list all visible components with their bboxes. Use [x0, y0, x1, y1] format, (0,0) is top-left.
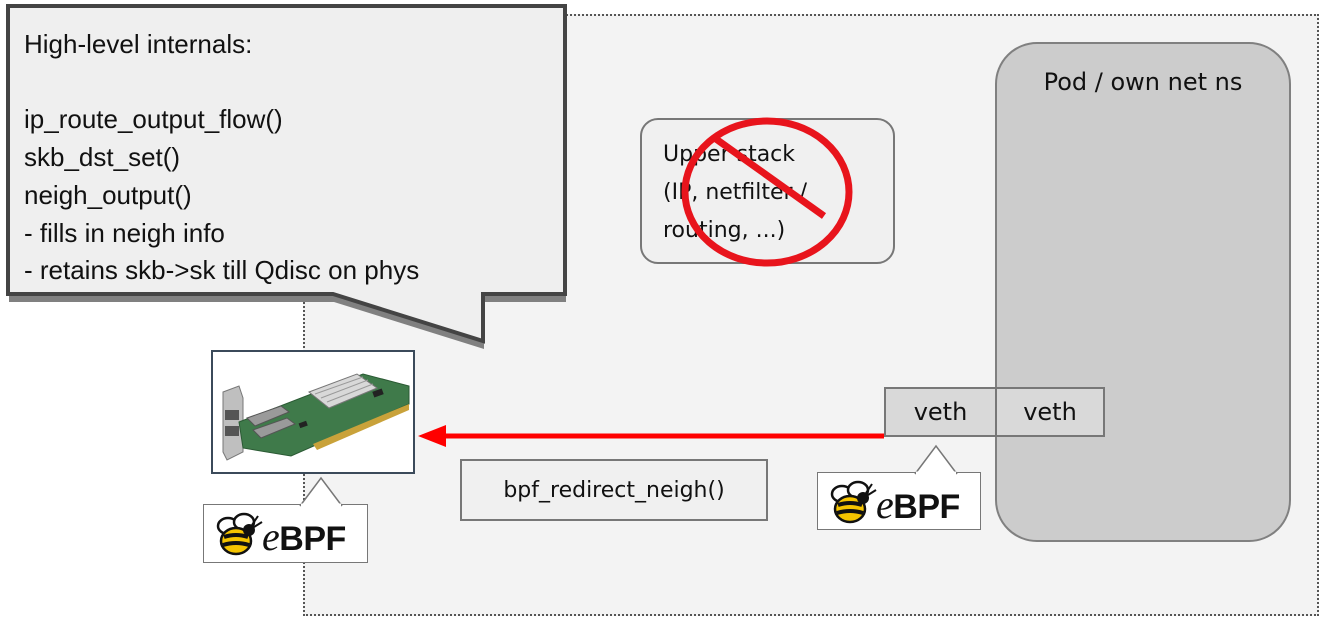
ebpf-suffix: BPF: [893, 488, 960, 526]
nic-frame: [211, 350, 415, 474]
callout-text: High-level internals: ip_route_output_fl…: [24, 26, 419, 290]
ebpf-prefix: e: [262, 514, 280, 559]
ebpf-logo-text: eBPF: [262, 513, 346, 560]
ebpf-badge-veth: eBPF: [817, 472, 981, 530]
veth-pod-label: veth: [1023, 398, 1077, 426]
veth-host: veth: [884, 387, 997, 437]
veth-host-label: veth: [913, 398, 968, 426]
callout-spacer: [24, 64, 419, 102]
network-card-icon: [222, 373, 410, 461]
callout-line-neigh: neigh_output(): [24, 179, 192, 210]
callout-line-dst: skb_dst_set(): [24, 142, 181, 173]
callout-line-route: ip_route_output_flow(): [24, 104, 283, 135]
ebpf-badge-nic: eBPF: [203, 504, 368, 563]
ebpf-prefix: e: [876, 482, 894, 527]
ebpf-bee-icon: [216, 512, 263, 556]
ebpf-logo-text: eBPF: [876, 481, 960, 528]
redirect-label: bpf_redirect_neigh(): [503, 477, 725, 503]
redirect-label-box: bpf_redirect_neigh(): [460, 459, 768, 521]
callout-line-fills: - fills in neigh info: [24, 217, 225, 248]
callout-heading: High-level internals:: [24, 29, 253, 59]
callout-line-retains: - retains skb->sk till Qdisc on phys: [24, 255, 420, 286]
ebpf-bee-icon: [830, 480, 877, 524]
ebpf-suffix: BPF: [279, 520, 346, 558]
veth-pod: veth: [995, 387, 1105, 437]
